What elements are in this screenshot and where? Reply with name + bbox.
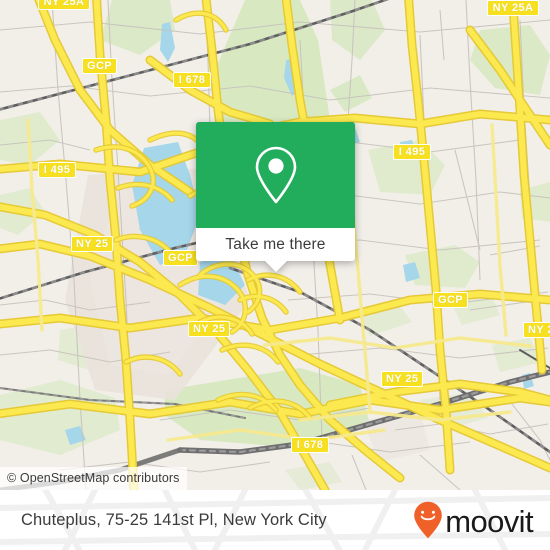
highway-shield: I 495 xyxy=(38,162,76,178)
highway-shield: NY 25 xyxy=(188,321,231,337)
location-popup-card[interactable]: Take me there xyxy=(196,122,355,272)
take-me-there-label: Take me there xyxy=(225,235,326,253)
map-pin-icon xyxy=(255,146,296,204)
highway-shield: I 495 xyxy=(393,144,431,160)
highway-shield-label: I 678 xyxy=(296,439,324,451)
highway-shield: GCP xyxy=(433,292,469,308)
highway-shield: GCP xyxy=(163,250,199,266)
map-canvas-container[interactable]: NY 25A NY 25A GCP I 678 I 495 I 495 NY 25 GCP NY… xyxy=(0,0,550,490)
popup-action-row[interactable]: Take me there xyxy=(196,228,355,272)
highway-shield-label: NY 25 xyxy=(386,373,419,385)
popup-pointer xyxy=(264,261,287,272)
highway-shield-label: NY 25 xyxy=(528,324,550,336)
highway-shield: NY 25A xyxy=(487,0,539,16)
highway-shield: I 678 xyxy=(291,437,329,453)
highway-shield-label: NY 25 xyxy=(193,323,226,335)
highway-shield: NY 25A xyxy=(38,0,90,10)
moovit-map-screenshot: NY 25A NY 25A GCP I 678 I 495 I 495 NY 25 GCP NY… xyxy=(0,0,550,550)
highway-shield: NY 25 xyxy=(381,371,424,387)
highway-shield: GCP xyxy=(82,58,118,74)
highway-shield-label: I 678 xyxy=(178,74,206,86)
highway-shield-label: NY 25 xyxy=(76,238,109,250)
highway-shield: NY 25 xyxy=(523,322,550,338)
highway-shield-label: GCP xyxy=(438,294,464,306)
highway-shield-label: GCP xyxy=(87,60,113,72)
footer-bar: Chuteplus, 75-25 141st Pl, New York City… xyxy=(0,490,550,550)
highway-shield: NY 25 xyxy=(71,236,114,252)
highway-shield-label: NY 25A xyxy=(43,0,85,8)
place-address-label: Chuteplus, 75-25 141st Pl, New York City xyxy=(21,510,327,529)
moovit-logo[interactable]: moovit xyxy=(413,490,534,550)
highway-shield-label: I 495 xyxy=(398,146,426,158)
highway-shield-label: I 495 xyxy=(43,164,71,176)
moovit-wordmark: moovit xyxy=(445,503,533,539)
highway-shield-label: GCP xyxy=(168,252,194,264)
popup-pin-area xyxy=(196,122,355,228)
osm-attribution[interactable]: © OpenStreetMap contributors xyxy=(0,467,187,490)
moovit-pin-smiley-icon xyxy=(414,501,443,539)
highway-shield: I 678 xyxy=(173,72,211,88)
highway-shield-label: NY 25A xyxy=(492,2,534,14)
